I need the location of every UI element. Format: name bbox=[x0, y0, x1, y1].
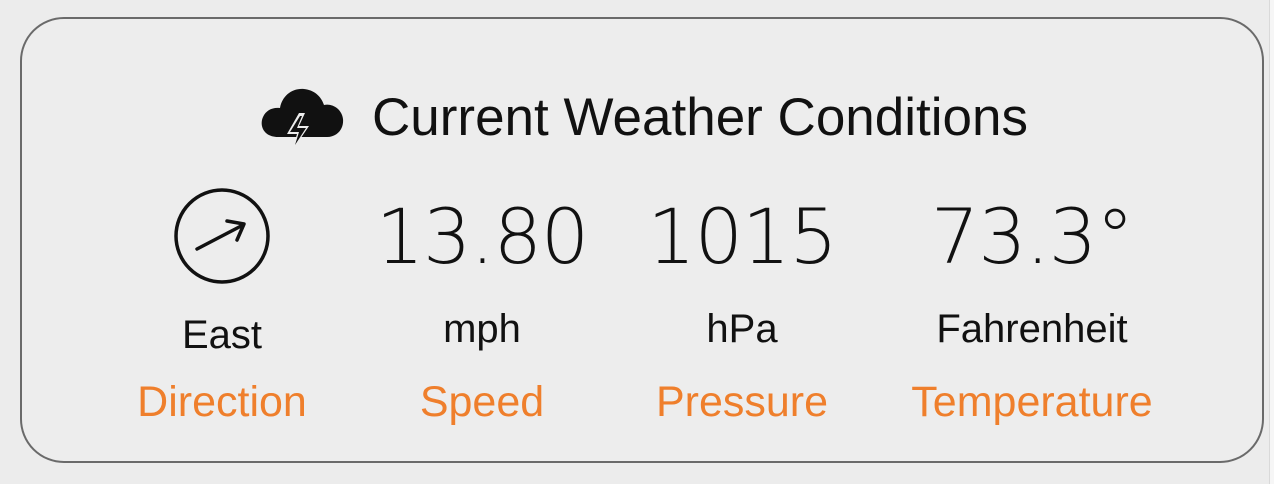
direction-value: East bbox=[181, 313, 263, 357]
speed-label: Speed bbox=[419, 378, 545, 426]
direction-column: East Direction bbox=[122, 19, 322, 465]
pressure-unit: hPa bbox=[706, 307, 778, 351]
temperature-value: 73.3° bbox=[930, 192, 1134, 281]
pressure-column: 1015 hPa Pressure bbox=[622, 19, 862, 465]
speed-unit: mph bbox=[443, 307, 521, 351]
direction-icon-wrap bbox=[122, 187, 322, 285]
speed-column: 13.80 mph Speed bbox=[352, 19, 612, 465]
scrollbar-track[interactable] bbox=[1269, 0, 1274, 484]
temperature-column: 73.3° Fahrenheit Temperature bbox=[892, 19, 1172, 465]
temperature-label: Temperature bbox=[911, 378, 1153, 426]
speed-value: 13.80 bbox=[375, 192, 590, 281]
direction-label: Direction bbox=[137, 378, 307, 426]
pressure-label: Pressure bbox=[655, 378, 829, 426]
pressure-value: 1015 bbox=[647, 192, 837, 281]
weather-card: Current Weather Conditions East Directio… bbox=[20, 17, 1264, 463]
temperature-unit: Fahrenheit bbox=[936, 307, 1128, 351]
wind-direction-arrow-icon bbox=[174, 188, 270, 284]
